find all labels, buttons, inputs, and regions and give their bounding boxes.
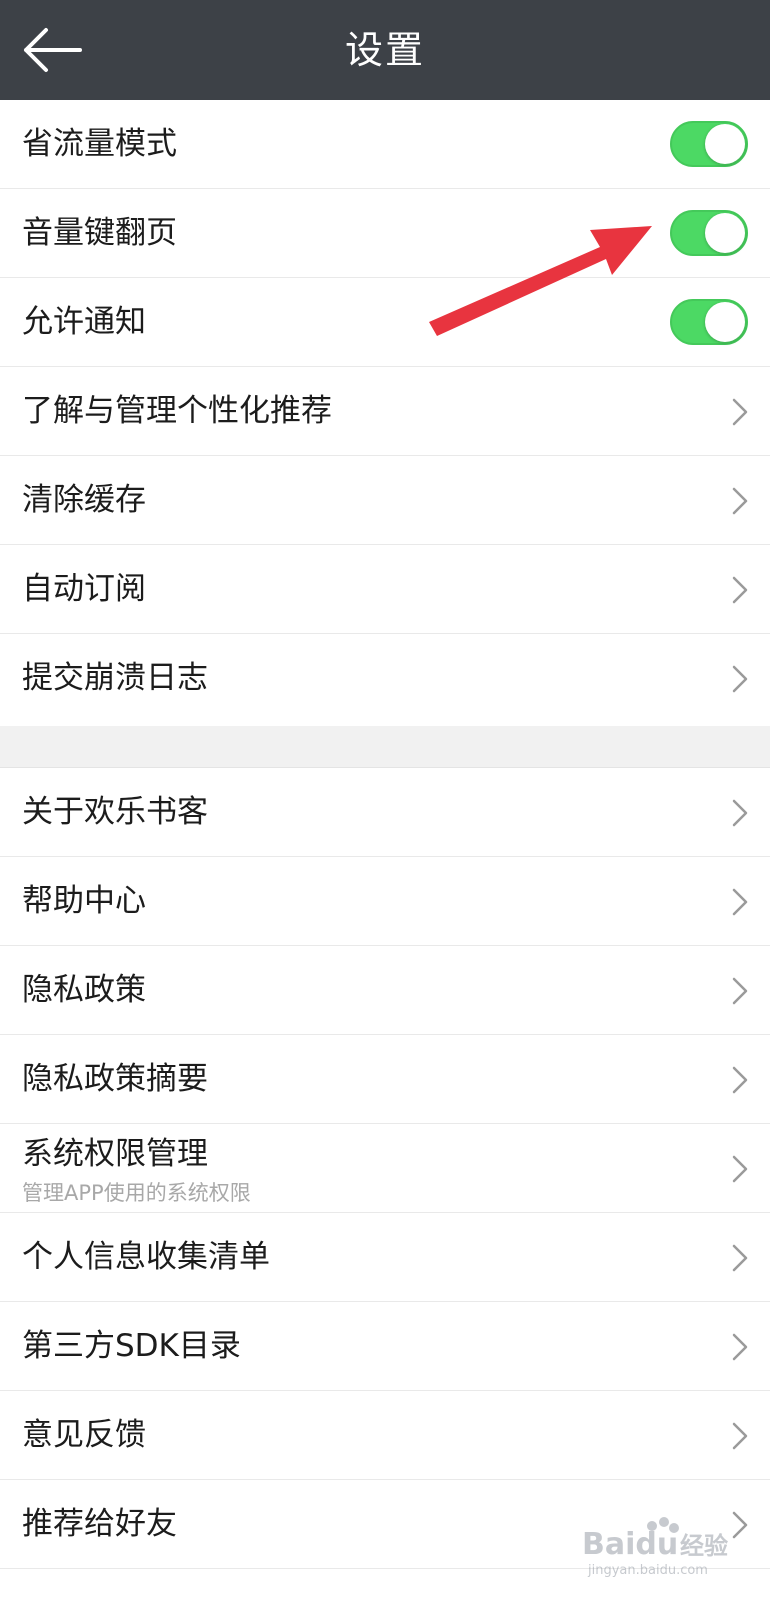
setting-row-allow-notifications: 允许通知: [0, 278, 770, 367]
chevron-right-icon: [732, 398, 748, 426]
page-title: 设置: [344, 28, 425, 72]
chevron-right-icon: [732, 1244, 748, 1272]
setting-row-feedback[interactable]: 意见反馈: [0, 1391, 770, 1480]
setting-row-submit-crash-log[interactable]: 提交崩溃日志: [0, 634, 770, 726]
setting-label: 省流量模式: [22, 126, 177, 162]
setting-row-privacy-policy[interactable]: 隐私政策: [0, 946, 770, 1035]
setting-row-privacy-summary[interactable]: 隐私政策摘要: [0, 1035, 770, 1124]
chevron-right-icon: [732, 799, 748, 827]
setting-label: 关于欢乐书客: [22, 794, 208, 830]
data-saver-toggle[interactable]: [670, 121, 748, 167]
setting-label: 个人信息收集清单: [22, 1239, 270, 1275]
setting-label: 意见反馈: [22, 1417, 146, 1453]
setting-label: 系统权限管理: [22, 1136, 208, 1172]
chevron-right-icon: [732, 665, 748, 693]
chevron-right-icon: [732, 1155, 748, 1183]
chevron-right-icon: [732, 1333, 748, 1361]
toggle-knob: [705, 124, 745, 164]
setting-label: 音量键翻页: [22, 215, 177, 251]
top-bar: 设置: [0, 0, 770, 100]
setting-row-system-permissions[interactable]: 系统权限管理 管理APP使用的系统权限: [0, 1124, 770, 1213]
chevron-right-icon: [732, 977, 748, 1005]
toggle-knob: [705, 302, 745, 342]
setting-row-data-saver: 省流量模式: [0, 100, 770, 189]
setting-row-clear-cache[interactable]: 清除缓存: [0, 456, 770, 545]
setting-row-about[interactable]: 关于欢乐书客: [0, 768, 770, 857]
chevron-right-icon: [732, 1511, 748, 1539]
setting-row-help-center[interactable]: 帮助中心: [0, 857, 770, 946]
allow-notifications-toggle[interactable]: [670, 299, 748, 345]
setting-row-recommend-to-friends[interactable]: 推荐给好友: [0, 1480, 770, 1569]
setting-sublabel: 管理APP使用的系统权限: [22, 1181, 251, 1205]
setting-label: 了解与管理个性化推荐: [22, 393, 332, 429]
setting-label: 清除缓存: [22, 482, 146, 518]
setting-label: 提交崩溃日志: [22, 660, 208, 696]
setting-label: 隐私政策摘要: [22, 1061, 208, 1097]
volume-key-page-turn-toggle[interactable]: [670, 210, 748, 256]
setting-label: 第三方SDK目录: [22, 1328, 241, 1364]
chevron-right-icon: [732, 487, 748, 515]
chevron-right-icon: [732, 1422, 748, 1450]
back-button[interactable]: [22, 24, 86, 76]
section-divider: [0, 726, 770, 768]
arrow-left-icon: [24, 28, 82, 72]
setting-label: 隐私政策: [22, 972, 146, 1008]
setting-row-personalized-recommendations[interactable]: 了解与管理个性化推荐: [0, 367, 770, 456]
setting-row-auto-subscribe[interactable]: 自动订阅: [0, 545, 770, 634]
setting-label: 自动订阅: [22, 571, 146, 607]
chevron-right-icon: [732, 1066, 748, 1094]
setting-label: 推荐给好友: [22, 1506, 177, 1542]
setting-label: 允许通知: [22, 304, 146, 340]
chevron-right-icon: [732, 888, 748, 916]
toggle-knob: [705, 213, 745, 253]
setting-row-third-party-sdk[interactable]: 第三方SDK目录: [0, 1302, 770, 1391]
setting-row-volume-key-page-turn: 音量键翻页: [0, 189, 770, 278]
setting-label: 帮助中心: [22, 883, 146, 919]
setting-row-personal-info-list[interactable]: 个人信息收集清单: [0, 1213, 770, 1302]
chevron-right-icon: [732, 576, 748, 604]
